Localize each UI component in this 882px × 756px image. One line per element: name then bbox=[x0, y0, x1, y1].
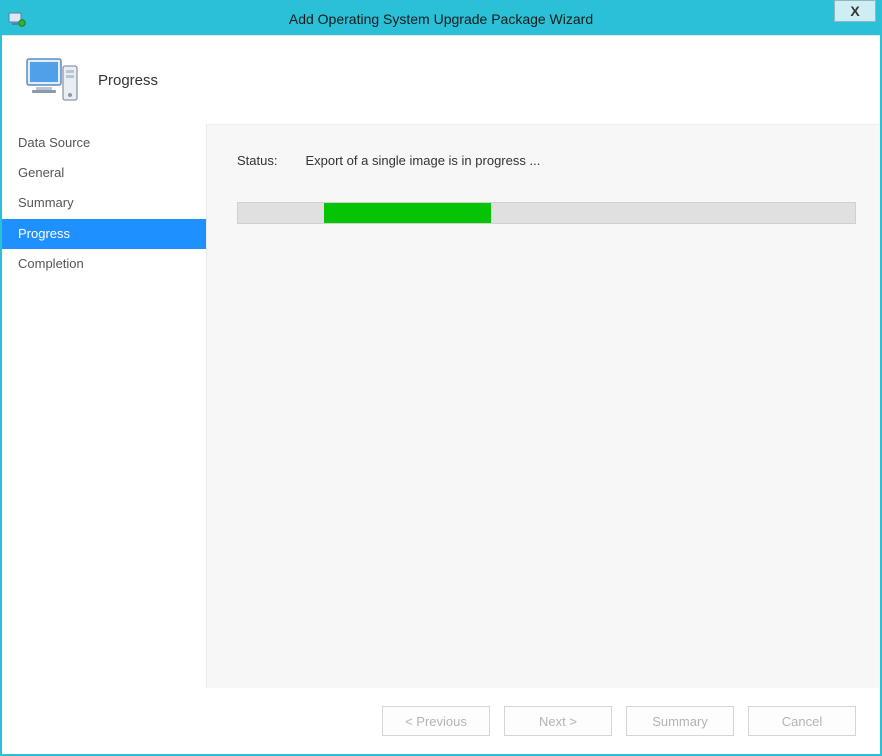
wizard-button-row: < Previous Next > Summary Cancel bbox=[2, 688, 880, 754]
button-label: < Previous bbox=[405, 714, 467, 729]
summary-button[interactable]: Summary bbox=[626, 706, 734, 736]
wizard-header: Progress bbox=[2, 36, 880, 124]
wizard-window: Add Operating System Upgrade Package Wiz… bbox=[0, 0, 882, 756]
window-title: Add Operating System Upgrade Package Wiz… bbox=[2, 11, 880, 27]
sidebar-item-label: Completion bbox=[18, 256, 84, 271]
sidebar-item-data-source[interactable]: Data Source bbox=[2, 128, 206, 158]
sidebar-item-label: Progress bbox=[18, 226, 70, 241]
sidebar-item-general[interactable]: General bbox=[2, 158, 206, 188]
sidebar-item-label: Data Source bbox=[18, 135, 90, 150]
page-title: Progress bbox=[98, 72, 158, 89]
close-button[interactable]: X bbox=[834, 0, 876, 22]
sidebar-item-label: General bbox=[18, 165, 64, 180]
status-row: Status: Export of a single image is in p… bbox=[237, 153, 856, 168]
computer-icon bbox=[24, 54, 80, 106]
button-label: Cancel bbox=[782, 714, 822, 729]
progress-bar bbox=[237, 202, 856, 224]
progress-fill bbox=[324, 203, 491, 223]
wizard-body: Data Source General Summary Progress Com… bbox=[2, 124, 880, 688]
titlebar[interactable]: Add Operating System Upgrade Package Wiz… bbox=[2, 2, 880, 35]
cancel-button[interactable]: Cancel bbox=[748, 706, 856, 736]
close-icon: X bbox=[850, 3, 859, 19]
wizard-main: Status: Export of a single image is in p… bbox=[207, 124, 880, 688]
status-label: Status: bbox=[237, 153, 277, 168]
button-label: Summary bbox=[652, 714, 708, 729]
sidebar-item-completion[interactable]: Completion bbox=[2, 249, 206, 279]
next-button[interactable]: Next > bbox=[504, 706, 612, 736]
button-label: Next > bbox=[539, 714, 577, 729]
app-icon bbox=[8, 10, 26, 28]
sidebar-item-label: Summary bbox=[18, 195, 74, 210]
client-area: Progress Data Source General Summary Pro… bbox=[2, 35, 880, 754]
wizard-sidebar: Data Source General Summary Progress Com… bbox=[2, 124, 207, 688]
status-text: Export of a single image is in progress … bbox=[305, 153, 540, 168]
previous-button[interactable]: < Previous bbox=[382, 706, 490, 736]
sidebar-item-progress[interactable]: Progress bbox=[2, 219, 206, 249]
sidebar-item-summary[interactable]: Summary bbox=[2, 188, 206, 218]
